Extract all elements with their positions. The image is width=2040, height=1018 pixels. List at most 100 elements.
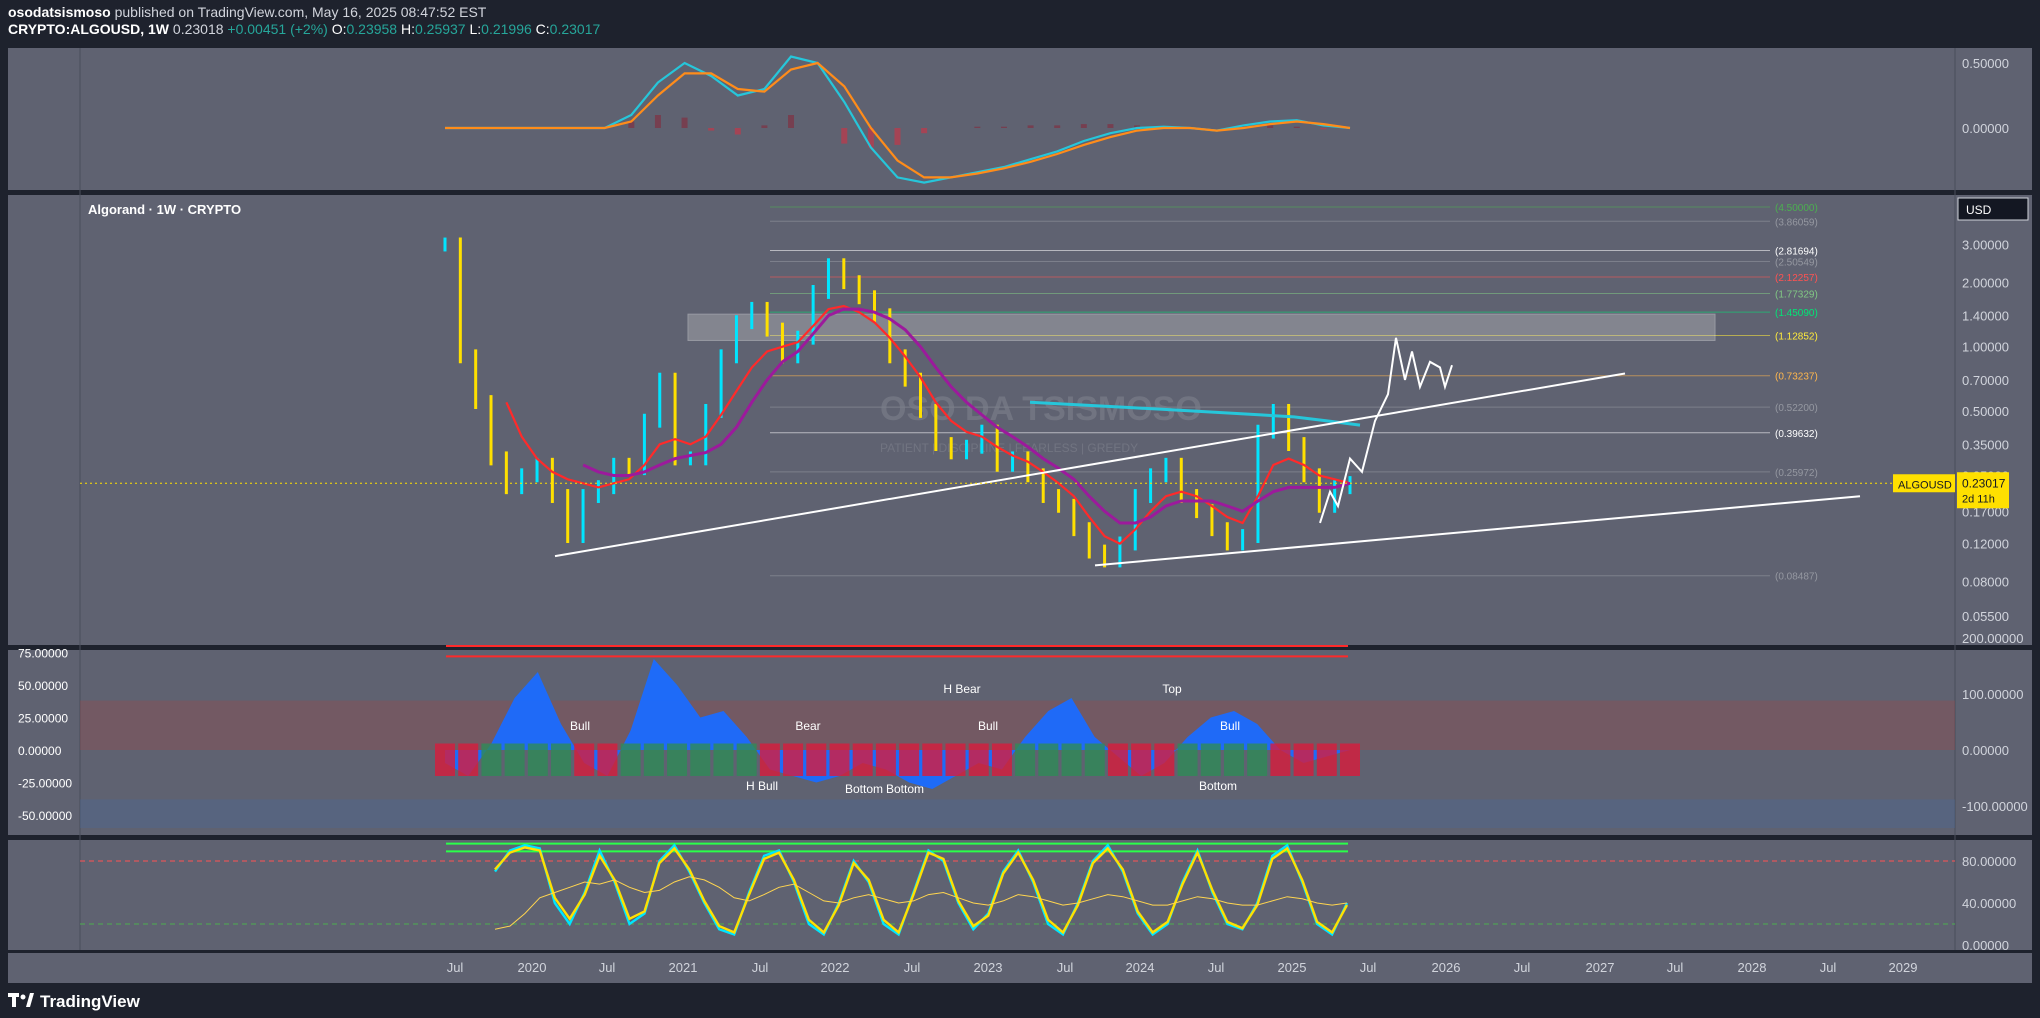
osc-left-tick: 0.00000 xyxy=(18,744,62,758)
osc-signal-label: Bull xyxy=(570,719,590,733)
osc-zero-bar xyxy=(1200,743,1221,776)
time-axis-tick: 2029 xyxy=(1889,960,1918,975)
time-axis-tick: Jul xyxy=(904,960,921,975)
osc-zero-bar xyxy=(1247,743,1268,776)
macd-histogram-bar xyxy=(894,128,901,145)
time-axis-tick: 2025 xyxy=(1278,960,1307,975)
osc-right-tick: 0.00000 xyxy=(1962,743,2009,758)
osc-signal-label: H Bear xyxy=(943,682,980,696)
macd-histogram-bar xyxy=(921,128,928,134)
osc-zero-bar xyxy=(574,743,595,776)
currency-badge-text: USD xyxy=(1966,203,1992,217)
osc-zero-bar xyxy=(1084,743,1105,776)
macd-histogram-bar xyxy=(654,115,661,128)
brand-text: TradingView xyxy=(40,992,140,1011)
time-axis-tick: 2027 xyxy=(1586,960,1615,975)
chart-svg[interactable]: 0.50000 0.00000 (4.50000) (3.86059) (2.81694… xyxy=(0,0,2040,1018)
macd-histogram-bar xyxy=(734,128,741,135)
fib-level-label: (2.12257) xyxy=(1775,273,1818,284)
time-axis-tick: 2026 xyxy=(1432,960,1461,975)
osc-left-tick: -50.00000 xyxy=(18,809,72,823)
fib-level-label: (0.52200) xyxy=(1775,403,1818,414)
tradingview-icon xyxy=(8,993,34,1007)
macd-histogram-bar xyxy=(1107,124,1114,128)
osc-zero-bar xyxy=(1270,743,1291,776)
macd-y-tick: 0.50000 xyxy=(1962,56,2009,71)
osc-zero-bar xyxy=(1061,743,1082,776)
last-price-tag-value: 0.23017 xyxy=(1962,476,2006,490)
time-axis-tick: Jul xyxy=(1514,960,1531,975)
macd-histogram-bar xyxy=(1293,126,1300,128)
osc-zero-bar xyxy=(1131,743,1152,776)
tradingview-logo[interactable]: TradingView xyxy=(8,992,140,1012)
price-title: Algorand · 1W · CRYPTO xyxy=(88,202,241,217)
time-axis-tick: Jul xyxy=(1208,960,1225,975)
time-axis-tick: 2023 xyxy=(974,960,1003,975)
osc-zero-bar xyxy=(875,743,896,776)
osc-zero-bar xyxy=(945,743,966,776)
osc-zero-bar xyxy=(1223,743,1244,776)
fib-level-label: (3.86059) xyxy=(1775,217,1818,228)
osc-zero-bar xyxy=(690,743,711,776)
panel-bg-macd xyxy=(8,48,1955,190)
fib-level-label: (1.12852) xyxy=(1775,332,1818,343)
osc-overbought-band xyxy=(80,700,1955,750)
stoch-y-tick: 40.00000 xyxy=(1962,896,2016,911)
osc-left-tick: 75.00000 xyxy=(18,647,68,661)
macd-histogram-bar xyxy=(841,128,848,144)
osc-zero-bar xyxy=(435,743,455,776)
last-price-tag-countdown: 2d 11h xyxy=(1962,493,1995,505)
osc-zero-bar xyxy=(458,743,479,776)
osc-signal-label: Top xyxy=(1162,682,1182,696)
macd-y-tick: 0.00000 xyxy=(1962,121,2009,136)
fib-level-label: (2.50549) xyxy=(1775,257,1818,268)
price-y-tick: 1.40000 xyxy=(1962,308,2009,323)
osc-zero-bar xyxy=(759,743,780,776)
osc-zero-bar xyxy=(1038,743,1059,776)
osc-zero-bar xyxy=(852,743,873,776)
resistance-zone xyxy=(687,313,1716,341)
time-axis-tick: Jul xyxy=(1057,960,1074,975)
time-axis-tick: 2024 xyxy=(1126,960,1155,975)
osc-zero-bar xyxy=(922,743,943,776)
stoch-y-tick: 0.00000 xyxy=(1962,938,2009,953)
osc-zero-bar xyxy=(1154,743,1175,776)
osc-signal-label: H Bull xyxy=(746,779,778,793)
osc-left-tick: 25.00000 xyxy=(18,712,68,726)
osc-left-tick: 50.00000 xyxy=(18,679,68,693)
time-axis-tick: Jul xyxy=(447,960,464,975)
osc-zero-bar xyxy=(991,743,1012,776)
osc-zero-bar xyxy=(968,743,989,776)
macd-histogram-bar xyxy=(1080,124,1087,128)
time-axis-tick: 2020 xyxy=(518,960,547,975)
panel-bg-st xyxy=(8,840,1955,950)
macd-histogram-bar xyxy=(1054,125,1061,128)
osc-signal-label: Bull xyxy=(978,719,998,733)
osc-right-tick: 200.00000 xyxy=(1962,631,2023,646)
osc-zero-bar xyxy=(1177,743,1198,776)
fib-level-label: (2.81694) xyxy=(1775,247,1818,258)
osc-signal-label: Bull xyxy=(1220,719,1240,733)
price-y-tick: 0.70000 xyxy=(1962,373,2009,388)
price-y-tick: 2.00000 xyxy=(1962,275,2009,290)
price-y-tick: 0.05500 xyxy=(1962,609,2009,624)
time-axis-bg xyxy=(8,953,2032,983)
osc-right-tick: 100.00000 xyxy=(1962,687,2023,702)
osc-zero-bar xyxy=(1015,743,1036,776)
osc-zero-bar xyxy=(1340,743,1360,776)
fib-level-label: (1.77329) xyxy=(1775,290,1818,301)
osc-zero-bar xyxy=(504,743,525,776)
time-axis-tick: Jul xyxy=(1667,960,1684,975)
osc-signal-label: Bottom xyxy=(845,782,883,796)
macd-histogram-bar xyxy=(1000,126,1007,128)
macd-histogram-bar xyxy=(681,117,688,128)
time-axis-tick: Jul xyxy=(599,960,616,975)
macd-histogram-bar xyxy=(761,125,768,128)
osc-oversold-band xyxy=(80,799,1955,828)
osc-zero-bar xyxy=(620,743,641,776)
osc-zero-bar xyxy=(481,743,502,776)
fib-level-label: (0.39632) xyxy=(1775,429,1818,440)
price-y-tick: 0.35000 xyxy=(1962,437,2009,452)
osc-zero-bar xyxy=(783,743,804,776)
symbol-tag-text: ALGOUSD xyxy=(1898,479,1952,491)
